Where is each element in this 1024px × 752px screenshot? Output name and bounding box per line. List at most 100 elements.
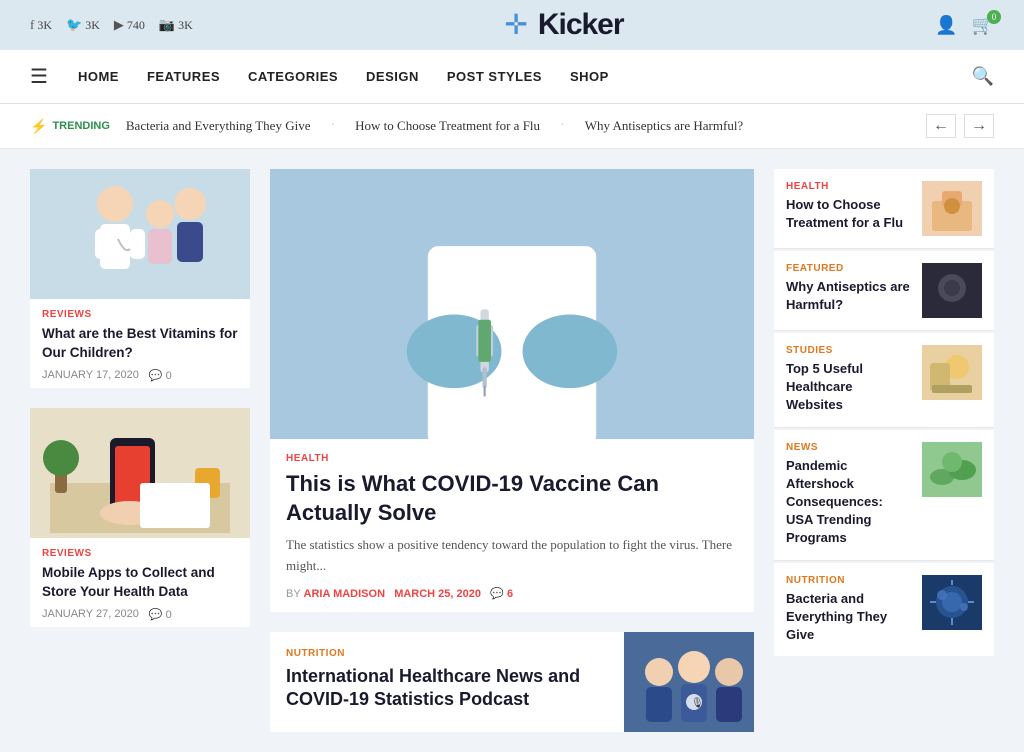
second-article-category: NUTRITION <box>286 648 608 659</box>
featured-author: ARIA MADISON <box>304 588 385 600</box>
left-column: REVIEWS What are the Best Vitamins for O… <box>30 169 250 732</box>
article-card-0[interactable]: REVIEWS What are the Best Vitamins for O… <box>30 169 250 388</box>
nav-shop[interactable]: SHOP <box>570 69 609 84</box>
right-thumb-0 <box>922 181 982 236</box>
trending-bar: ⚡ TRENDING Bacteria and Everything They … <box>0 104 1024 149</box>
article-date-0: JANUARY 17, 2020 <box>42 369 139 381</box>
right-thumb-3 <box>922 442 982 497</box>
right-item-0[interactable]: HEALTH How to Choose Treatment for a Flu <box>774 169 994 249</box>
youtube-count: 740 <box>127 18 145 33</box>
trending-item-0[interactable]: Bacteria and Everything They Give <box>126 118 311 134</box>
right-item-4[interactable]: NUTRITION Bacteria and Everything They G… <box>774 563 994 657</box>
second-article-meta: NUTRITION International Healthcare News … <box>270 632 624 732</box>
nav-bar: ☰ HOME FEATURES CATEGORIES DESIGN POST S… <box>0 50 1024 104</box>
right-item-1[interactable]: FEATURED Why Antiseptics are Harmful? <box>774 251 994 331</box>
facebook-icon: f <box>30 17 34 33</box>
right-title-1: Why Antiseptics are Harmful? <box>786 278 912 314</box>
twitter-count: 3K <box>85 18 100 33</box>
right-cat-4: NUTRITION <box>786 575 912 586</box>
nav-home[interactable]: HOME <box>78 69 119 84</box>
article-title-0: What are the Best Vitamins for Our Child… <box>42 325 238 363</box>
facebook-count: 3K <box>37 18 52 33</box>
logo-cross-icon: ✛ <box>504 8 527 42</box>
youtube-icon: ▶ <box>114 17 124 33</box>
trending-dot-1: · <box>560 118 565 134</box>
right-title-2: Top 5 Useful Healthcare Websites <box>786 360 912 415</box>
logo-name: Kicker <box>538 8 624 42</box>
trending-item-1[interactable]: How to Choose Treatment for a Flu <box>355 118 540 134</box>
featured-image <box>270 169 754 439</box>
trending-prev[interactable]: ← <box>926 114 956 138</box>
trending-next[interactable]: → <box>964 114 994 138</box>
right-thumb-2 <box>922 345 982 400</box>
social-links: f 3K 🐦 3K ▶ 740 📷 3K <box>30 17 193 33</box>
right-item-2[interactable]: STUDIES Top 5 Useful Healthcare Websites <box>774 333 994 428</box>
nav-design[interactable]: DESIGN <box>366 69 419 84</box>
nav-categories[interactable]: CATEGORIES <box>248 69 338 84</box>
article-meta-1: REVIEWS Mobile Apps to Collect and Store… <box>30 538 250 627</box>
article-category-0: REVIEWS <box>42 309 238 320</box>
article-meta-0: REVIEWS What are the Best Vitamins for O… <box>30 299 250 388</box>
second-article-image: 🎙 <box>624 632 754 732</box>
hamburger-menu[interactable]: ☰ <box>30 64 48 89</box>
right-cat-1: FEATURED <box>786 263 912 274</box>
article-card-1[interactable]: REVIEWS Mobile Apps to Collect and Store… <box>30 408 250 627</box>
article-comments-1: 💬 0 <box>149 608 172 621</box>
trending-bolt-icon: ⚡ <box>30 118 47 135</box>
right-title-4: Bacteria and Everything They Give <box>786 590 912 645</box>
right-thumb-1 <box>922 263 982 318</box>
right-text-4: NUTRITION Bacteria and Everything They G… <box>786 575 912 645</box>
top-bar: f 3K 🐦 3K ▶ 740 📷 3K ✛ Kicker 👤 🛒 0 <box>0 0 1024 50</box>
instagram-icon: 📷 <box>159 17 175 33</box>
right-column: HEALTH How to Choose Treatment for a Flu… <box>774 169 994 732</box>
social-twitter[interactable]: 🐦 3K <box>66 17 100 33</box>
featured-article[interactable]: HEALTH This is What COVID-19 Vaccine Can… <box>270 169 754 612</box>
trending-dot-0: · <box>330 118 335 134</box>
top-icons: 👤 🛒 0 <box>935 15 994 36</box>
social-instagram[interactable]: 📷 3K <box>159 17 193 33</box>
featured-date: MARCH 25, 2020 <box>394 588 481 600</box>
right-thumb-4 <box>922 575 982 630</box>
nav-features[interactable]: FEATURES <box>147 69 220 84</box>
social-facebook[interactable]: f 3K <box>30 17 52 33</box>
main-nav: HOME FEATURES CATEGORIES DESIGN POST STY… <box>78 69 972 84</box>
trending-nav: ← → <box>926 114 994 138</box>
nav-post-styles[interactable]: POST STYLES <box>447 69 542 84</box>
center-column: HEALTH This is What COVID-19 Vaccine Can… <box>270 169 754 732</box>
trending-items: Bacteria and Everything They Give · How … <box>126 118 910 134</box>
logo[interactable]: ✛ Kicker <box>504 8 623 42</box>
article-comments-0: 💬 0 <box>149 369 172 382</box>
right-cat-2: STUDIES <box>786 345 912 356</box>
twitter-icon: 🐦 <box>66 17 82 33</box>
instagram-count: 3K <box>178 18 193 33</box>
user-icon[interactable]: 👤 <box>935 15 957 36</box>
right-item-3[interactable]: NEWS Pandemic Aftershock Consequences: U… <box>774 430 994 561</box>
cart-icon[interactable]: 🛒 0 <box>972 15 994 36</box>
social-youtube[interactable]: ▶ 740 <box>114 17 145 33</box>
article-image-0 <box>30 169 250 299</box>
featured-category: HEALTH <box>286 453 738 464</box>
svg-text:🎙: 🎙 <box>691 697 704 709</box>
right-text-0: HEALTH How to Choose Treatment for a Flu <box>786 181 912 232</box>
article-category-1: REVIEWS <box>42 548 238 559</box>
main-content: REVIEWS What are the Best Vitamins for O… <box>0 149 1024 752</box>
second-article[interactable]: NUTRITION International Healthcare News … <box>270 632 754 732</box>
article-title-1: Mobile Apps to Collect and Store Your He… <box>42 564 238 602</box>
right-text-1: FEATURED Why Antiseptics are Harmful? <box>786 263 912 314</box>
featured-byline: BY ARIA MADISON MARCH 25, 2020 💬 6 <box>286 587 738 600</box>
right-text-2: STUDIES Top 5 Useful Healthcare Websites <box>786 345 912 415</box>
right-title-0: How to Choose Treatment for a Flu <box>786 196 912 232</box>
right-cat-3: NEWS <box>786 442 912 453</box>
trending-label: ⚡ TRENDING <box>30 118 110 135</box>
right-text-3: NEWS Pandemic Aftershock Consequences: U… <box>786 442 912 548</box>
trending-item-2[interactable]: Why Antiseptics are Harmful? <box>585 118 743 134</box>
right-title-3: Pandemic Aftershock Consequences: USA Tr… <box>786 457 912 548</box>
article-date-1: JANUARY 27, 2020 <box>42 608 139 620</box>
featured-excerpt: The statistics show a positive tendency … <box>286 535 738 577</box>
featured-meta: HEALTH This is What COVID-19 Vaccine Can… <box>270 439 754 612</box>
featured-title: This is What COVID-19 Vaccine Can Actual… <box>286 470 738 527</box>
search-icon[interactable]: 🔍 <box>972 66 994 87</box>
article-date-row-1: JANUARY 27, 2020 💬 0 <box>42 608 238 621</box>
article-date-row-0: JANUARY 17, 2020 💬 0 <box>42 369 238 382</box>
featured-comments: 6 <box>507 588 513 600</box>
